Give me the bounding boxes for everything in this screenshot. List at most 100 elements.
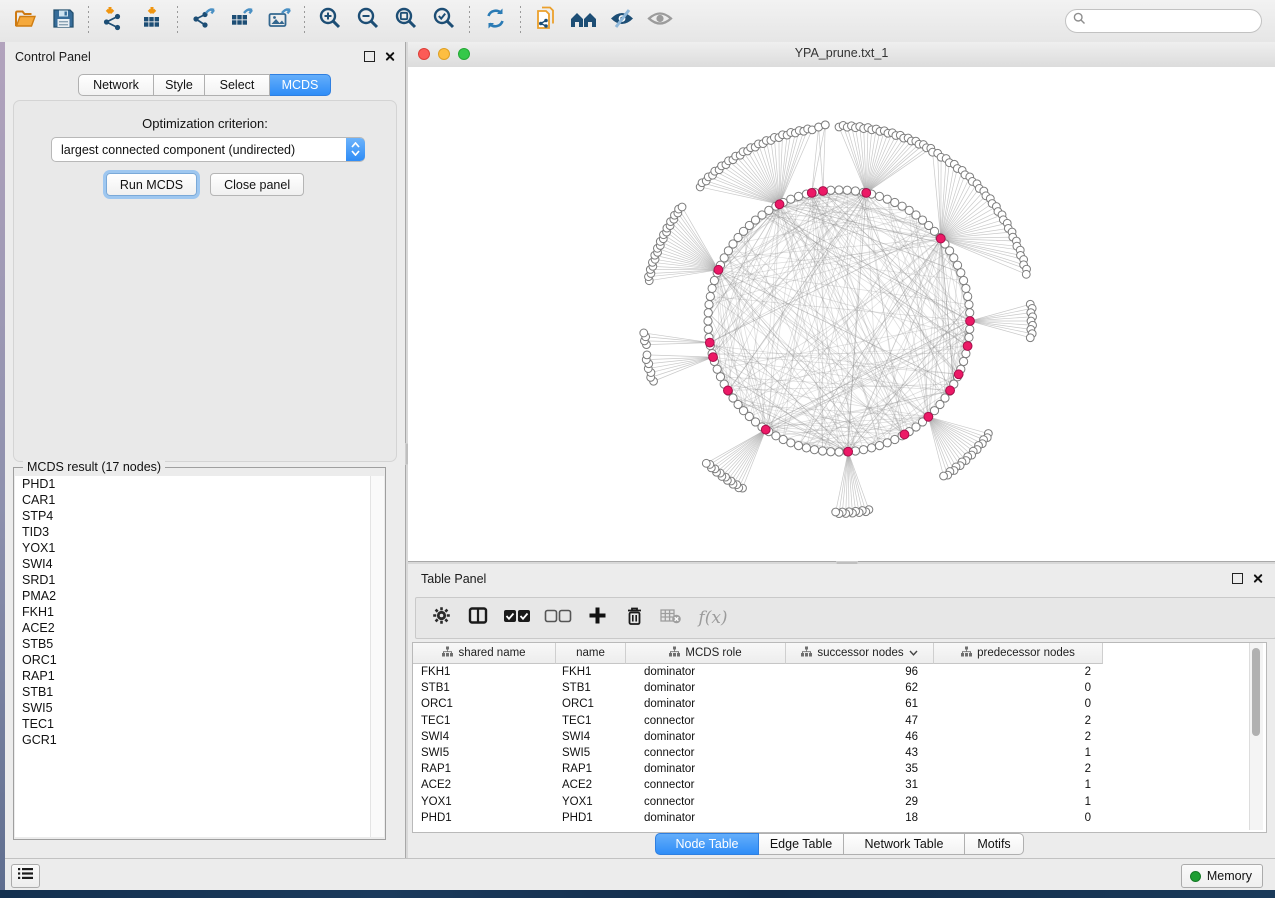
delete-table-button[interactable] bbox=[656, 603, 686, 633]
mcds-result-item[interactable]: SWI4 bbox=[15, 556, 370, 572]
cell-predecessor-nodes[interactable]: 0 bbox=[934, 698, 1103, 710]
show-all-button[interactable] bbox=[641, 4, 679, 38]
network-window-titlebar[interactable]: YPA_prune.txt_1 bbox=[408, 42, 1275, 68]
refresh-button[interactable] bbox=[476, 4, 514, 38]
close-panel-icon[interactable] bbox=[1252, 573, 1263, 584]
cell-mcds-role[interactable]: connector bbox=[626, 779, 786, 791]
mcds-result-list[interactable]: PHD1CAR1STP4TID3YOX1SWI4SRD1PMA2FKH1ACE2… bbox=[15, 476, 370, 837]
run-mcds-button[interactable]: Run MCDS bbox=[106, 173, 197, 196]
mcds-result-item[interactable]: STB1 bbox=[15, 684, 370, 700]
cell-name[interactable]: TEC1 bbox=[556, 715, 626, 727]
cell-predecessor-nodes[interactable]: 2 bbox=[934, 763, 1103, 775]
cell-shared-name[interactable]: STB1 bbox=[413, 682, 556, 694]
mcds-result-item[interactable]: PHD1 bbox=[15, 476, 370, 492]
cell-mcds-role[interactable]: connector bbox=[626, 796, 786, 808]
cell-name[interactable]: STB1 bbox=[556, 682, 626, 694]
first-neighbors-button[interactable] bbox=[565, 4, 603, 38]
cell-successor-nodes[interactable]: 35 bbox=[786, 763, 934, 775]
mcds-result-item[interactable]: TID3 bbox=[15, 524, 370, 540]
column-header-shared-name[interactable]: shared name bbox=[413, 643, 556, 664]
mcds-result-item[interactable]: ACE2 bbox=[15, 620, 370, 636]
zoom-fit-button[interactable] bbox=[387, 4, 425, 38]
float-panel-icon[interactable] bbox=[1232, 573, 1243, 584]
table-row[interactable]: ORC1ORC1dominator610 bbox=[413, 696, 1266, 712]
cell-shared-name[interactable]: SWI4 bbox=[413, 731, 556, 743]
save-session-button[interactable] bbox=[44, 4, 82, 38]
export-network-button[interactable] bbox=[184, 4, 222, 38]
column-header-MCDS-role[interactable]: MCDS role bbox=[626, 643, 786, 664]
function-builder-button[interactable]: f(x) bbox=[693, 603, 733, 633]
cell-predecessor-nodes[interactable]: 1 bbox=[934, 779, 1103, 791]
cell-successor-nodes[interactable]: 47 bbox=[786, 715, 934, 727]
import-network-button[interactable] bbox=[95, 4, 133, 38]
cell-mcds-role[interactable]: dominator bbox=[626, 666, 786, 678]
cell-name[interactable]: SWI5 bbox=[556, 747, 626, 759]
show-columns-button[interactable] bbox=[463, 603, 493, 633]
cell-predecessor-nodes[interactable]: 0 bbox=[934, 812, 1103, 824]
cell-mcds-role[interactable]: connector bbox=[626, 715, 786, 727]
table-row[interactable]: SWI4SWI4dominator462 bbox=[413, 729, 1266, 745]
cell-successor-nodes[interactable]: 61 bbox=[786, 698, 934, 710]
cell-mcds-role[interactable]: dominator bbox=[626, 731, 786, 743]
mcds-result-item[interactable]: CAR1 bbox=[15, 492, 370, 508]
search-input[interactable] bbox=[1090, 13, 1261, 29]
zoom-selected-button[interactable] bbox=[425, 4, 463, 38]
network-canvas[interactable] bbox=[408, 67, 1275, 561]
cell-name[interactable]: YOX1 bbox=[556, 796, 626, 808]
table-scrollbar[interactable] bbox=[1249, 643, 1263, 830]
cell-shared-name[interactable]: RAP1 bbox=[413, 763, 556, 775]
tab-motifs[interactable]: Motifs bbox=[965, 833, 1024, 855]
column-header-successor-nodes[interactable]: successor nodes bbox=[786, 643, 934, 664]
tab-select[interactable]: Select bbox=[205, 74, 270, 96]
table-row[interactable]: FKH1FKH1dominator962 bbox=[413, 664, 1266, 680]
column-header-predecessor-nodes[interactable]: predecessor nodes bbox=[934, 643, 1103, 664]
cell-successor-nodes[interactable]: 31 bbox=[786, 779, 934, 791]
open-session-button[interactable] bbox=[6, 4, 44, 38]
cell-predecessor-nodes[interactable]: 0 bbox=[934, 682, 1103, 694]
cell-mcds-role[interactable]: dominator bbox=[626, 812, 786, 824]
search-field[interactable] bbox=[1065, 9, 1262, 33]
tab-network-table[interactable]: Network Table bbox=[844, 833, 965, 855]
criterion-dropdown[interactable]: largest connected component (undirected) bbox=[51, 137, 365, 162]
task-history-button[interactable] bbox=[11, 864, 40, 888]
mcds-result-item[interactable]: FKH1 bbox=[15, 604, 370, 620]
table-row[interactable]: SWI5SWI5connector431 bbox=[413, 745, 1266, 761]
cell-mcds-role[interactable]: dominator bbox=[626, 698, 786, 710]
cell-shared-name[interactable]: TEC1 bbox=[413, 715, 556, 727]
mcds-result-item[interactable]: STP4 bbox=[15, 508, 370, 524]
cell-mcds-role[interactable]: connector bbox=[626, 747, 786, 759]
scrollbar-thumb[interactable] bbox=[1252, 648, 1260, 736]
cell-predecessor-nodes[interactable]: 2 bbox=[934, 715, 1103, 727]
delete-row-button[interactable] bbox=[619, 603, 649, 633]
cell-predecessor-nodes[interactable]: 1 bbox=[934, 747, 1103, 759]
mcds-result-item[interactable]: PMA2 bbox=[15, 588, 370, 604]
cell-name[interactable]: PHD1 bbox=[556, 812, 626, 824]
cell-shared-name[interactable]: SWI5 bbox=[413, 747, 556, 759]
mcds-result-item[interactable]: GCR1 bbox=[15, 732, 370, 748]
tab-mcds[interactable]: MCDS bbox=[270, 74, 331, 96]
cell-shared-name[interactable]: FKH1 bbox=[413, 666, 556, 678]
float-panel-icon[interactable] bbox=[364, 51, 375, 62]
table-row[interactable]: STB1STB1dominator620 bbox=[413, 680, 1266, 696]
zoom-out-button[interactable] bbox=[349, 4, 387, 38]
cell-shared-name[interactable]: ORC1 bbox=[413, 698, 556, 710]
export-table-button[interactable] bbox=[222, 4, 260, 38]
cell-successor-nodes[interactable]: 29 bbox=[786, 796, 934, 808]
cell-shared-name[interactable]: PHD1 bbox=[413, 812, 556, 824]
mcds-list-scrollbar[interactable] bbox=[370, 476, 384, 837]
cell-successor-nodes[interactable]: 62 bbox=[786, 682, 934, 694]
cell-name[interactable]: ORC1 bbox=[556, 698, 626, 710]
mcds-result-item[interactable]: SRD1 bbox=[15, 572, 370, 588]
tab-style[interactable]: Style bbox=[154, 74, 205, 96]
memory-button[interactable]: Memory bbox=[1181, 864, 1263, 888]
deselect-all-button[interactable] bbox=[541, 603, 575, 633]
tab-edge-table[interactable]: Edge Table bbox=[759, 833, 844, 855]
table-row[interactable]: RAP1RAP1dominator352 bbox=[413, 761, 1266, 777]
cell-predecessor-nodes[interactable]: 1 bbox=[934, 796, 1103, 808]
cell-name[interactable]: SWI4 bbox=[556, 731, 626, 743]
mcds-result-item[interactable]: YOX1 bbox=[15, 540, 370, 556]
hide-selected-button[interactable] bbox=[603, 4, 641, 38]
cell-name[interactable]: ACE2 bbox=[556, 779, 626, 791]
cell-predecessor-nodes[interactable]: 2 bbox=[934, 666, 1103, 678]
cell-name[interactable]: RAP1 bbox=[556, 763, 626, 775]
